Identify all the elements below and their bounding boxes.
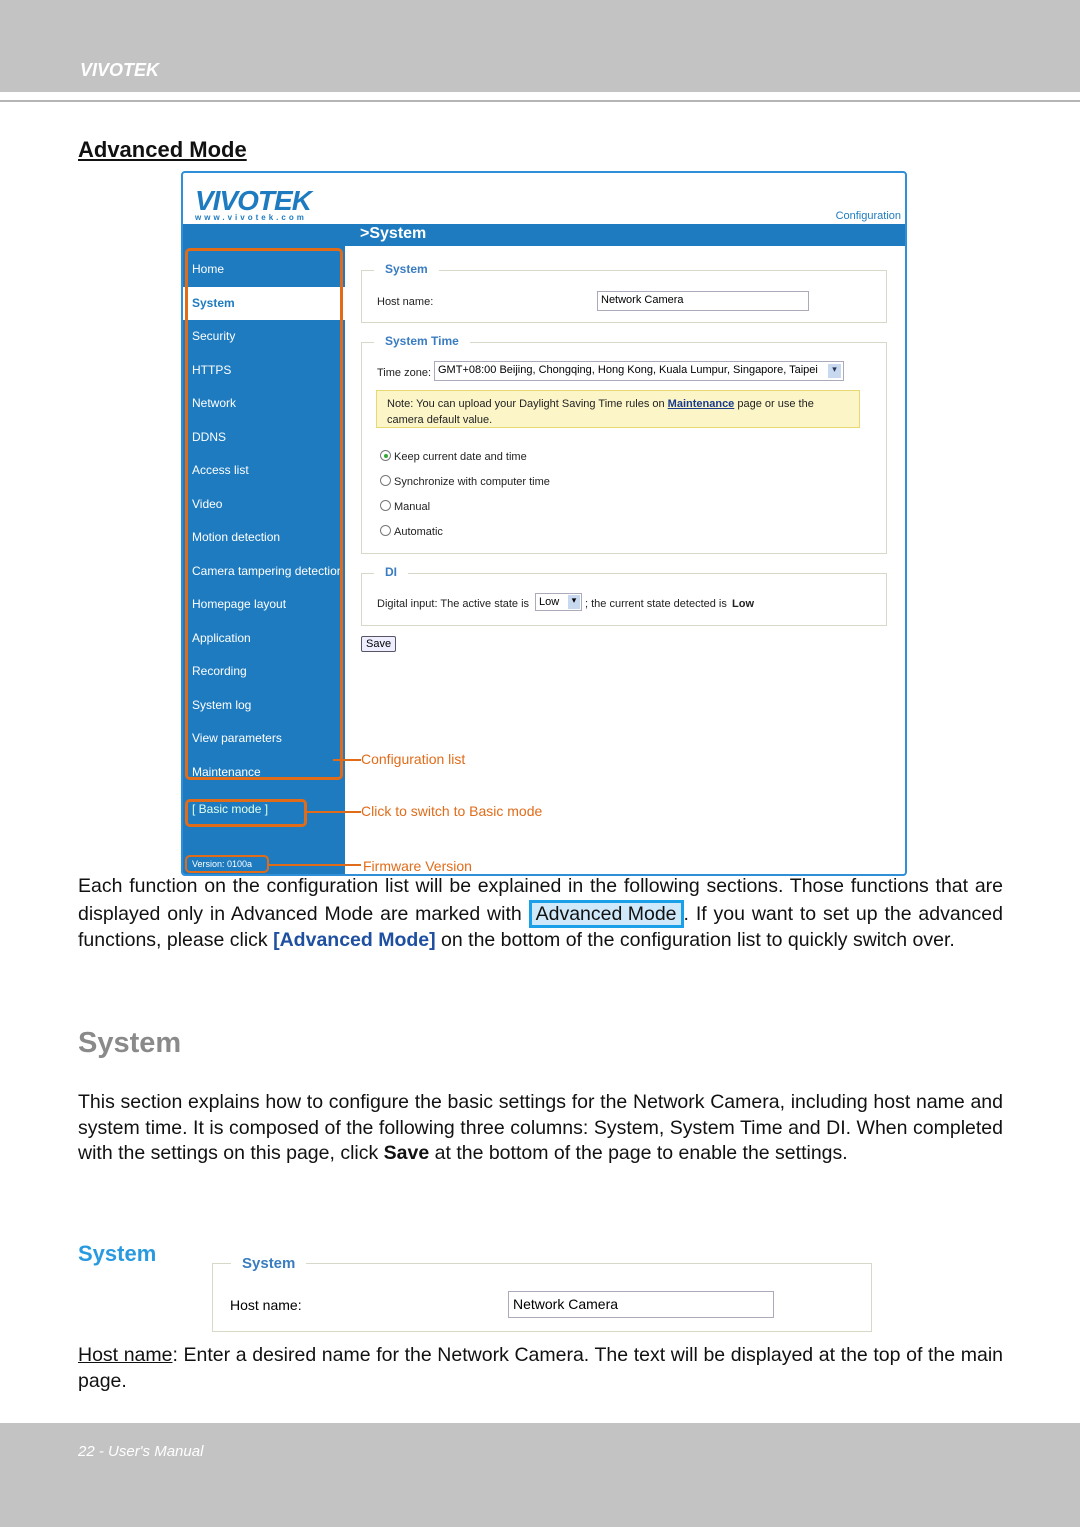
radio-icon[interactable]: [380, 475, 391, 486]
time-zone-label: Time zone:: [377, 367, 432, 379]
annotation-firmware: Firmware Version: [363, 858, 472, 874]
system-fieldset: System Host name: Network Camera: [361, 262, 887, 323]
radio-icon[interactable]: [380, 500, 391, 511]
current-state-value: Low: [732, 598, 754, 610]
configuration-link[interactable]: Configuration: [836, 210, 901, 222]
fieldset-legend: System: [374, 262, 439, 276]
annotation-basic-mode: Click to switch to Basic mode: [361, 803, 543, 819]
brand-logo: VIVOTEK: [80, 60, 160, 80]
host-name-description: Host name: Enter a desired name for the …: [78, 1344, 1003, 1392]
time-option-radio[interactable]: Synchronize with computer time: [380, 475, 550, 488]
system-time-fieldset: System Time Time zone: GMT+08:00 Beijing…: [361, 334, 887, 554]
advanced-mode-link: [Advanced Mode]: [273, 928, 436, 951]
fieldset-legend: System Time: [374, 334, 470, 348]
time-zone-select[interactable]: GMT+08:00 Beijing, Chongqing, Hong Kong,…: [434, 361, 844, 381]
time-option-radio[interactable]: Manual: [380, 500, 430, 513]
di-fieldset: DI Digital input: The active state is Lo…: [361, 565, 887, 626]
radio-icon[interactable]: [380, 525, 391, 536]
save-button[interactable]: Save: [361, 636, 397, 652]
footer-bar: [0, 1423, 1080, 1527]
active-state-select[interactable]: Low ▾: [535, 593, 582, 611]
host-name-input[interactable]: Network Camera: [508, 1291, 774, 1318]
system-fieldset-large: System Host name: Network Camera: [212, 1255, 872, 1332]
system-paragraph: This section explains how to configure t…: [78, 1091, 1003, 1164]
intro-paragraph: Each function on the configuration list …: [78, 875, 1003, 951]
fieldset-legend: System: [231, 1255, 307, 1272]
digital-input-label: Digital input: The active state is: [377, 598, 530, 610]
divider: [0, 100, 1080, 102]
radio-icon[interactable]: [380, 450, 391, 461]
advanced-mode-badge: Advanced Mode: [528, 899, 684, 928]
advanced-mode-heading: Advanced Mode: [78, 137, 247, 162]
header-bar: [0, 0, 1080, 92]
page-number: 22 - User's Manual: [78, 1443, 204, 1460]
system-heading: System: [78, 1027, 182, 1059]
chevron-down-icon: ▾: [828, 364, 841, 378]
version-highlight: [185, 855, 269, 873]
dst-note: Note: You can upload your Daylight Savin…: [376, 390, 860, 428]
system-subheading: System: [78, 1241, 157, 1266]
current-state-label: ; the current state detected is: [585, 598, 727, 610]
maintenance-link[interactable]: Maintenance: [668, 398, 735, 410]
time-option-radio[interactable]: Automatic: [380, 525, 443, 538]
config-list-highlight: [185, 248, 343, 780]
basic-mode-highlight: [185, 799, 307, 827]
title-band: >System: [183, 224, 905, 246]
time-option-radio[interactable]: Keep current date and time: [380, 450, 527, 463]
manual-page: VIVOTEK Advanced Mode VIVOTEK www.vivotek…: [0, 0, 1080, 1527]
config-screenshot: VIVOTEK www.vivotek.com Configuration >Sy…: [181, 171, 907, 876]
fieldset-legend: DI: [374, 565, 408, 579]
page-heading: >System: [360, 225, 427, 242]
vivotek-logo: VIVOTEK www.vivotek.com: [195, 185, 312, 222]
host-name-label: Host name:: [377, 296, 434, 308]
annotation-config-list: Configuration list: [361, 751, 466, 767]
host-name-label: Host name:: [230, 1297, 302, 1313]
chevron-down-icon: ▾: [568, 595, 580, 609]
host-name-input[interactable]: Network Camera: [597, 291, 809, 311]
